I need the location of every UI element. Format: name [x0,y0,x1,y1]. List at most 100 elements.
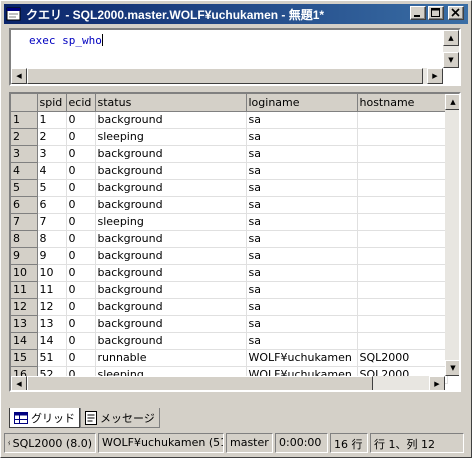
cell-spid[interactable]: 14 [37,332,67,350]
cell-ecid[interactable]: 0 [66,128,96,146]
row-number[interactable]: 5 [11,179,38,197]
grid-horizontal-thumb[interactable] [27,376,373,390]
cell-hostname[interactable] [357,281,448,299]
cell-spid[interactable]: 8 [37,230,67,248]
cell-loginame[interactable]: sa [246,298,358,316]
editor-horizontal-scrollbar[interactable]: ◀ ▶ [11,68,443,84]
cell-status[interactable]: background [95,298,247,316]
table-row[interactable]: 4 4 0 background sa [11,162,448,180]
table-row[interactable]: 13 13 0 background sa [11,315,448,333]
cell-ecid[interactable]: 0 [66,230,96,248]
cell-hostname[interactable] [357,111,448,129]
table-row[interactable]: 14 14 0 background sa [11,332,448,350]
cell-status[interactable]: background [95,162,247,180]
editor-scroll-right-button[interactable]: ▶ [427,68,443,84]
table-row[interactable]: 2 2 0 sleeping sa [11,128,448,146]
cell-spid[interactable]: 7 [37,213,67,231]
cell-hostname[interactable] [357,196,448,214]
maximize-button[interactable] [428,6,444,20]
editor-scroll-up-button[interactable]: ▲ [443,30,459,46]
row-number[interactable]: 8 [11,230,38,248]
cell-status[interactable]: background [95,281,247,299]
cell-hostname[interactable] [357,247,448,265]
cell-ecid[interactable]: 0 [66,179,96,197]
cell-ecid[interactable]: 0 [66,247,96,265]
row-number[interactable]: 11 [11,281,38,299]
row-number[interactable]: 12 [11,298,38,316]
grid-scroll-up-button[interactable]: ▲ [445,94,459,110]
query-text-line[interactable]: exec sp_who [29,34,103,47]
tab-grid[interactable]: グリッド [9,408,80,428]
cell-loginame[interactable]: sa [246,162,358,180]
table-row[interactable]: 8 8 0 background sa [11,230,448,248]
cell-ecid[interactable]: 0 [66,145,96,163]
row-number[interactable]: 15 [11,349,38,367]
cell-spid[interactable]: 4 [37,162,67,180]
cell-status[interactable]: sleeping [95,213,247,231]
cell-status[interactable]: runnable [95,349,247,367]
table-row[interactable]: 7 7 0 sleeping sa [11,213,448,231]
table-row[interactable]: 3 3 0 background sa [11,145,448,163]
grid-scroll-left-button[interactable]: ◀ [11,376,27,390]
cell-loginame[interactable]: sa [246,179,358,197]
cell-hostname[interactable] [357,213,448,231]
cell-status[interactable]: background [95,179,247,197]
row-number[interactable]: 7 [11,213,38,231]
editor-scroll-left-button[interactable]: ◀ [11,68,27,84]
cell-ecid[interactable]: 0 [66,111,96,129]
cell-ecid[interactable]: 0 [66,264,96,282]
cell-loginame[interactable]: sa [246,281,358,299]
table-row[interactable]: 10 10 0 background sa [11,264,448,282]
cell-spid[interactable]: 3 [37,145,67,163]
column-header-status[interactable]: status [95,94,247,112]
cell-spid[interactable]: 10 [37,264,67,282]
cell-hostname[interactable] [357,264,448,282]
cell-hostname[interactable] [357,162,448,180]
editor-scroll-down-button[interactable]: ▼ [443,52,459,68]
cell-status[interactable]: background [95,230,247,248]
cell-loginame[interactable]: sa [246,230,358,248]
row-number[interactable]: 6 [11,196,38,214]
row-number[interactable]: 3 [11,145,38,163]
table-row[interactable]: 15 51 0 runnable WOLF¥uchukamen SQL2000 [11,349,448,367]
cell-status[interactable]: background [95,332,247,350]
row-number-header[interactable] [11,94,38,112]
cell-ecid[interactable]: 0 [66,315,96,333]
cell-status[interactable]: background [95,264,247,282]
table-row[interactable]: 9 9 0 background sa [11,247,448,265]
cell-status[interactable]: background [95,247,247,265]
cell-spid[interactable]: 11 [37,281,67,299]
table-row[interactable]: 6 6 0 background sa [11,196,448,214]
cell-ecid[interactable]: 0 [66,281,96,299]
column-header-spid[interactable]: spid [37,94,67,112]
cell-status[interactable]: background [95,111,247,129]
cell-loginame[interactable]: sa [246,111,358,129]
cell-hostname[interactable] [357,298,448,316]
editor-horizontal-thumb[interactable] [27,68,423,84]
close-button[interactable] [448,6,464,20]
cell-hostname[interactable] [357,332,448,350]
cell-status[interactable]: background [95,145,247,163]
cell-spid[interactable]: 2 [37,128,67,146]
cell-loginame[interactable]: WOLF¥uchukamen [246,349,358,367]
cell-ecid[interactable]: 0 [66,332,96,350]
title-bar[interactable]: クエリ - SQL2000.master.WOLF¥uchukamen - 無題… [4,4,468,24]
cell-loginame[interactable]: sa [246,145,358,163]
table-row[interactable]: 11 11 0 background sa [11,281,448,299]
cell-spid[interactable]: 13 [37,315,67,333]
cell-hostname[interactable] [357,179,448,197]
cell-spid[interactable]: 1 [37,111,67,129]
cell-ecid[interactable]: 0 [66,298,96,316]
row-number[interactable]: 14 [11,332,38,350]
row-number[interactable]: 2 [11,128,38,146]
row-number[interactable]: 10 [11,264,38,282]
column-header-hostname[interactable]: hostname [357,94,448,112]
grid-vertical-scrollbar[interactable]: ▲ ▼ [445,94,459,376]
cell-ecid[interactable]: 0 [66,213,96,231]
table-row[interactable]: 5 5 0 background sa [11,179,448,197]
cell-spid[interactable]: 51 [37,349,67,367]
row-number[interactable]: 9 [11,247,38,265]
cell-loginame[interactable]: sa [246,213,358,231]
tab-messages[interactable]: メッセージ [80,408,160,428]
cell-loginame[interactable]: sa [246,196,358,214]
